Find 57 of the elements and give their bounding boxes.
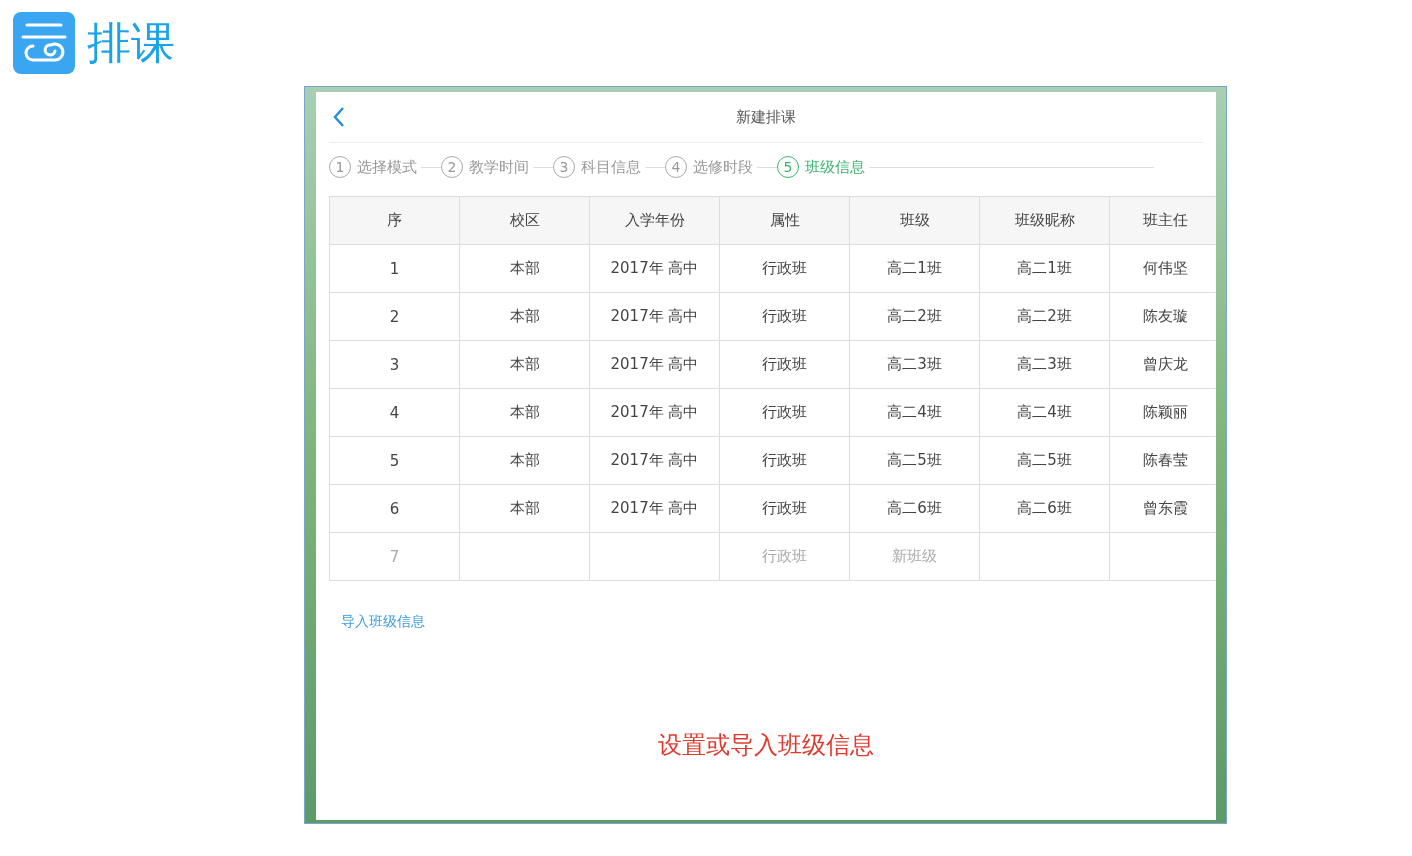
table-cell: 7: [329, 532, 460, 581]
table-cell: 本部: [459, 244, 590, 293]
table-cell: 本部: [459, 340, 590, 389]
table-cell: 本部: [459, 436, 590, 485]
app-title: 排课: [87, 20, 175, 65]
table-cell: 行政班: [719, 244, 850, 293]
table-cell: 3: [329, 340, 460, 389]
step-tab[interactable]: 4 选修时段: [665, 156, 757, 178]
table-cell: 4: [329, 388, 460, 437]
table-cell: 高二3班: [849, 340, 980, 389]
table-cell: 高二1班: [849, 244, 980, 293]
table-cell: 高二2班: [979, 292, 1110, 341]
column-header: 班主任: [1109, 196, 1216, 245]
table-cell: 高二6班: [979, 484, 1110, 533]
step-tab[interactable]: 3 科目信息: [553, 156, 645, 178]
table-cell: 本部: [459, 292, 590, 341]
table-cell: 行政班: [719, 436, 850, 485]
table-cell: 高二2班: [849, 292, 980, 341]
table-cell: 新班级: [849, 532, 980, 581]
table-cell: 高二5班: [979, 436, 1110, 485]
back-icon[interactable]: [332, 106, 346, 128]
table-cell: 高二4班: [979, 388, 1110, 437]
column-header: 校区: [459, 196, 590, 245]
step-tab[interactable]: 2 教学时间: [441, 156, 533, 178]
table-cell: 行政班: [719, 532, 850, 581]
column-header: 班级: [849, 196, 980, 245]
table-cell: 2017年 高中: [589, 340, 720, 389]
table-cell: 2017年 高中: [589, 436, 720, 485]
table-cell: 6: [329, 484, 460, 533]
column-header: 入学年份: [589, 196, 720, 245]
table-cell: 高二3班: [979, 340, 1110, 389]
table-cell: 高二5班: [849, 436, 980, 485]
column-header: 属性: [719, 196, 850, 245]
table-cell: 行政班: [719, 292, 850, 341]
table-cell: 2017年 高中: [589, 292, 720, 341]
dialog-title: 新建排课: [736, 107, 796, 127]
table-cell: 行政班: [719, 388, 850, 437]
table-cell: 高二4班: [849, 388, 980, 437]
table-cell: 行政班: [719, 484, 850, 533]
step-tab[interactable]: 5 班级信息: [777, 156, 869, 178]
table-cell: 2: [329, 292, 460, 341]
column-header: 班级昵称: [979, 196, 1110, 245]
table-cell: 1: [329, 244, 460, 293]
table-cell: 高二1班: [979, 244, 1110, 293]
table-cell: 2017年 高中: [589, 484, 720, 533]
import-link[interactable]: 导入班级信息: [341, 613, 425, 631]
table-cell: 本部: [459, 484, 590, 533]
caption-text: 设置或导入班级信息: [657, 730, 875, 761]
cloud-logo-icon: [13, 11, 75, 74]
table-cell: 高二6班: [849, 484, 980, 533]
table-cell: 2017年 高中: [589, 388, 720, 437]
step-tab[interactable]: 1 选择模式: [329, 156, 421, 178]
table-cell: 5: [329, 436, 460, 485]
table-cell: 行政班: [719, 340, 850, 389]
table-cell: 本部: [459, 388, 590, 437]
table-cell: 2017年 高中: [589, 244, 720, 293]
column-header: 序: [329, 196, 460, 245]
